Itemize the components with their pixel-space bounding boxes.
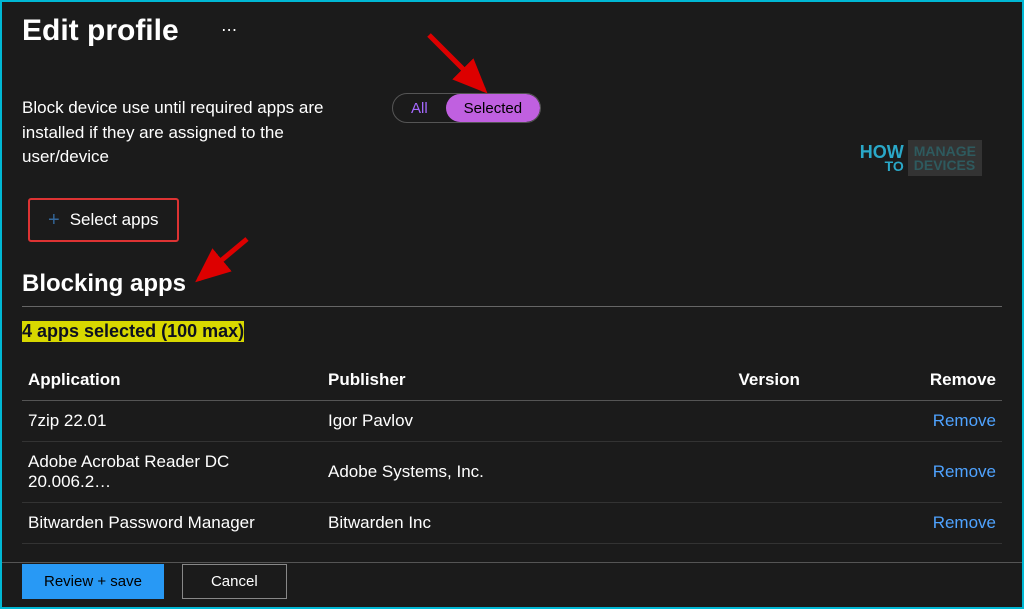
toggle-selected[interactable]: Selected (446, 94, 540, 122)
toggle-all[interactable]: All (393, 94, 446, 122)
cell-application: Bitwarden Password Manager (22, 502, 322, 543)
section-divider (22, 306, 1002, 307)
select-apps-button[interactable]: + Select apps (28, 198, 179, 242)
more-menu-icon[interactable]: ⋯ (221, 20, 239, 40)
remove-link[interactable]: Remove (933, 513, 996, 532)
table-row: Bitwarden Password ManagerBitwarden Inc R… (22, 502, 1002, 543)
apps-selected-count: 4 apps selected (100 max) (22, 321, 244, 342)
remove-link[interactable]: Remove (933, 411, 996, 430)
section-title-blocking-apps: Blocking apps (2, 242, 1022, 306)
table-row: Adobe Acrobat Reader DC 20.006.2…Adobe S… (22, 441, 1002, 502)
cell-version (732, 502, 912, 543)
col-publisher[interactable]: Publisher (322, 360, 732, 401)
cell-version (732, 441, 912, 502)
setting-label: Block device use until required apps are… (22, 96, 352, 170)
cell-version (732, 400, 912, 441)
footer-divider (2, 562, 1022, 563)
col-remove: Remove (912, 360, 1002, 401)
cancel-button[interactable]: Cancel (182, 564, 287, 599)
block-device-toggle[interactable]: All Selected (392, 93, 541, 123)
apps-table: Application Publisher Version Remove 7zi… (22, 360, 1002, 544)
remove-link[interactable]: Remove (933, 462, 996, 481)
review-save-button[interactable]: Review + save (22, 564, 164, 599)
table-row: 7zip 22.01Igor Pavlov Remove (22, 400, 1002, 441)
col-version[interactable]: Version (732, 360, 912, 401)
plus-icon: + (48, 210, 60, 230)
cell-publisher: Igor Pavlov (322, 400, 732, 441)
col-application[interactable]: Application (22, 360, 322, 401)
cell-publisher: Bitwarden Inc (322, 502, 732, 543)
watermark: HOW TO MANAGE DEVICES (860, 140, 982, 176)
cell-application: 7zip 22.01 (22, 400, 322, 441)
cell-publisher: Adobe Systems, Inc. (322, 441, 732, 502)
page-title: Edit profile (2, 2, 199, 48)
cell-application: Adobe Acrobat Reader DC 20.006.2… (22, 441, 322, 502)
select-apps-label: Select apps (70, 210, 159, 230)
